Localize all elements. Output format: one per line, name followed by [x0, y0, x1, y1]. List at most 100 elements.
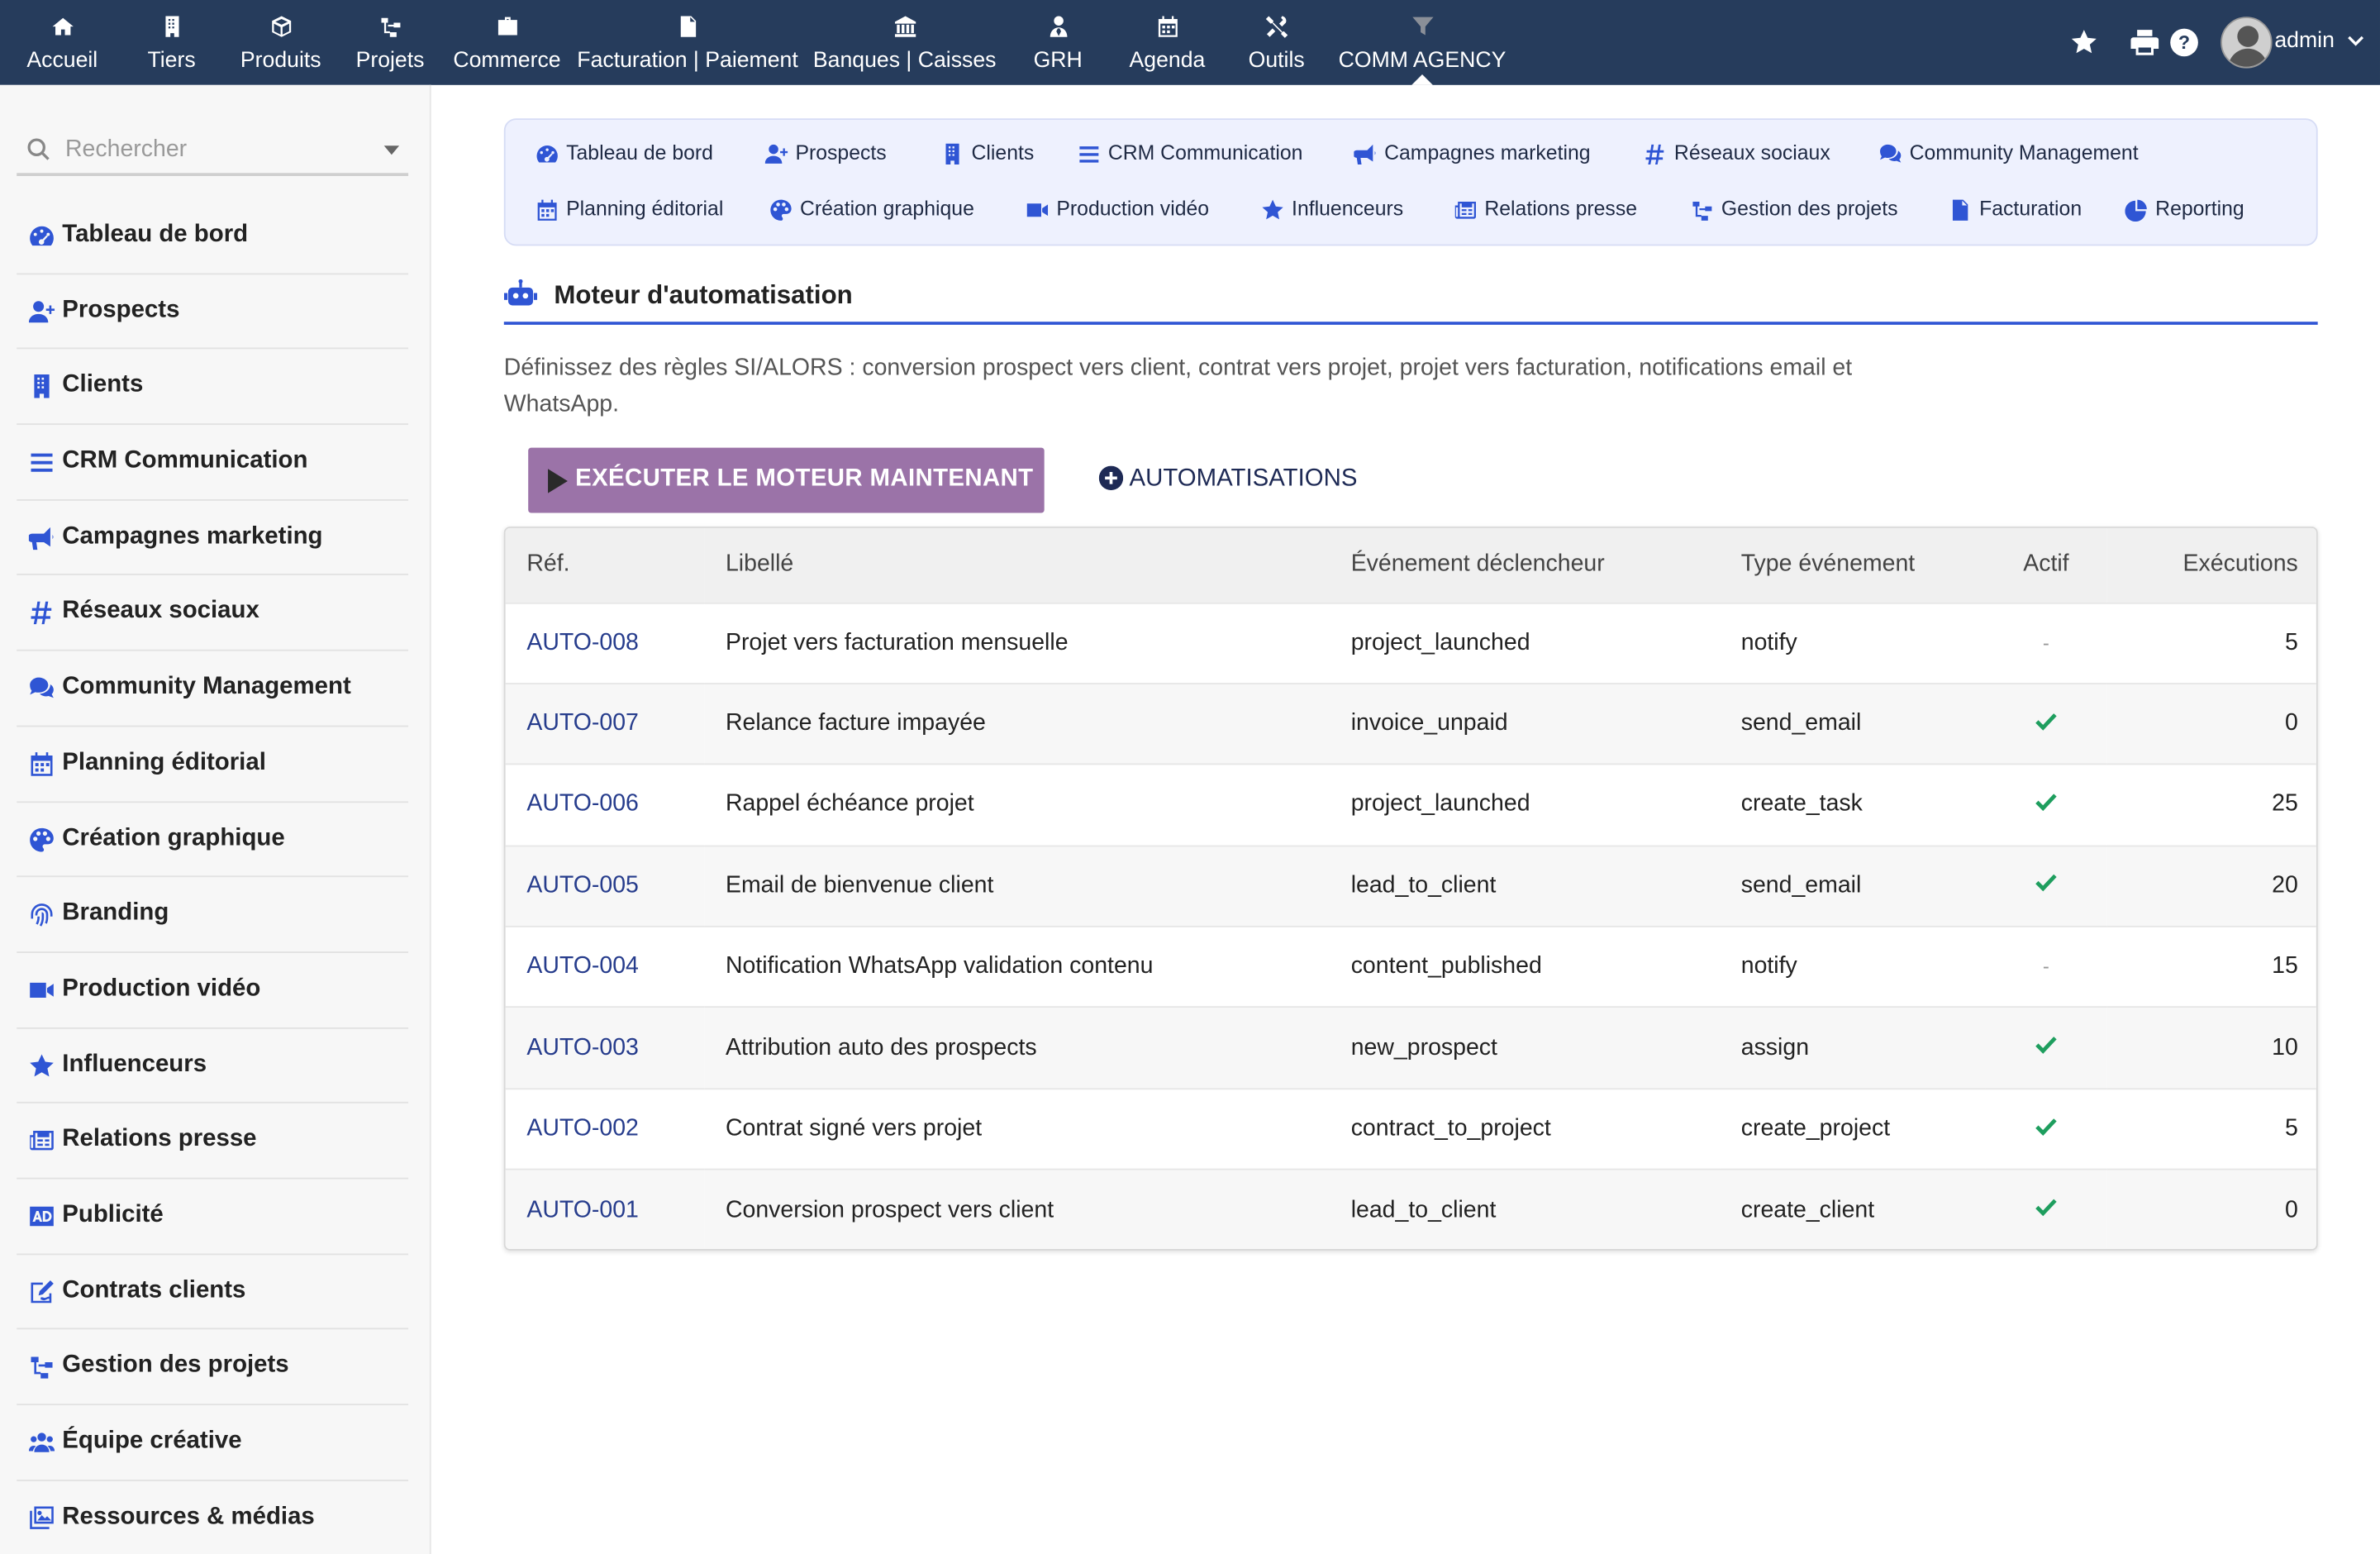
row-ref-link[interactable]: AUTO-008	[526, 629, 639, 655]
user-plus-icon	[764, 143, 788, 166]
col-header-ref[interactable]: Réf.	[506, 528, 705, 603]
user-name[interactable]: admin	[2274, 29, 2335, 53]
col-header-active[interactable]: Actif	[1985, 528, 2106, 603]
sidebar-item-label: Publicité	[62, 1201, 164, 1228]
print-icon[interactable]	[2130, 27, 2160, 58]
row-ref-link[interactable]: AUTO-007	[526, 710, 639, 736]
module-nav-label: Création graphique	[799, 197, 974, 221]
chevron-down-icon[interactable]	[2347, 31, 2365, 49]
cube-icon	[228, 15, 335, 39]
top-nav-item-3[interactable]: Projets	[346, 0, 435, 85]
hashtag-icon	[1644, 143, 1667, 166]
search-box	[17, 131, 409, 176]
top-nav-label: COMM AGENCY	[1338, 48, 1507, 74]
sidebar-item-4[interactable]: Campagnes marketing	[17, 500, 409, 576]
row-ref-link[interactable]: AUTO-001	[526, 1197, 639, 1223]
top-nav-item-8[interactable]: Agenda	[1116, 0, 1219, 85]
module-nav-label: Prospects	[795, 141, 887, 164]
video-icon	[29, 977, 56, 1004]
sidebar-item-17[interactable]: Ressources & médias	[17, 1480, 408, 1554]
top-nav-item-9[interactable]: Outils	[1232, 0, 1321, 85]
sidebar-item-10[interactable]: Production vidéo	[17, 953, 409, 1028]
bullhorn-icon	[1353, 143, 1377, 166]
invoice-icon	[1949, 199, 1972, 222]
col-header-type[interactable]: Type événement	[1720, 528, 1985, 603]
row-ref-link[interactable]: AUTO-006	[526, 791, 639, 817]
col-header-runs[interactable]: Exécutions	[2106, 528, 2316, 603]
module-nav-label: Production vidéo	[1056, 197, 1210, 221]
top-nav-item-6[interactable]: Banques | Caisses	[807, 0, 1002, 85]
sidebar-menu: Tableau de bord Prospects Clients CRM Commu…	[17, 199, 409, 1554]
help-icon[interactable]: ?	[2169, 27, 2200, 58]
bookmark-star-icon[interactable]	[2068, 27, 2099, 58]
sidebar-item-label: Campagnes marketing	[62, 522, 323, 550]
module-nav-label: Planning éditorial	[566, 197, 724, 221]
row-ref-link[interactable]: AUTO-002	[526, 1115, 639, 1141]
row-active	[1985, 1089, 2106, 1170]
avatar[interactable]	[2221, 17, 2273, 69]
top-nav-item-5[interactable]: Facturation | Paiement	[574, 0, 802, 85]
top-nav-item-2[interactable]: Produits	[228, 0, 335, 85]
sidebar-item-13[interactable]: Publicité	[17, 1179, 409, 1255]
row-runs: 0	[2284, 1196, 2298, 1223]
run-engine-button[interactable]: EXÉCUTER LE MOTEUR MAINTENANT	[528, 447, 1045, 513]
search-input[interactable]	[64, 133, 369, 167]
caret-down-icon[interactable]	[383, 145, 400, 155]
sidebar-item-11[interactable]: Influenceurs	[17, 1028, 409, 1104]
table-row[interactable]: AUTO-006 Rappel échéance projet project_la…	[505, 764, 2316, 846]
col-header-label[interactable]: Libellé	[704, 528, 1330, 603]
row-label: Relance facture impayée	[725, 710, 986, 736]
top-nav-item-4[interactable]: Commerce	[446, 0, 568, 85]
table-row[interactable]: AUTO-002 Contrat signé vers projet contrac…	[505, 1089, 2316, 1170]
table-row[interactable]: AUTO-005 Email de bienvenue client lead_to…	[505, 845, 2316, 927]
top-nav-label: Facturation | Paiement	[577, 48, 798, 74]
row-active	[1985, 765, 2106, 846]
star-icon	[1261, 199, 1284, 222]
sidebar-item-5[interactable]: Réseaux sociaux	[17, 576, 409, 651]
table-row[interactable]: AUTO-003 Attribution auto des prospects ne…	[505, 1007, 2316, 1089]
row-trigger: project_launched	[1350, 629, 1530, 655]
top-nav-accueil[interactable]: Accueil	[0, 0, 125, 85]
sidebar-item-1[interactable]: Prospects	[17, 274, 409, 350]
sidebar-item-3[interactable]: CRM Communication	[17, 425, 409, 501]
row-type: send_email	[1740, 872, 1862, 899]
table-row[interactable]: AUTO-001 Conversion prospect vers client l…	[505, 1170, 2316, 1249]
table-row[interactable]: AUTO-004 Notification WhatsApp validation…	[505, 926, 2316, 1008]
row-ref-link[interactable]: AUTO-005	[526, 872, 639, 898]
sidebar-item-8[interactable]: Création graphique	[17, 802, 409, 878]
dashboard-icon	[536, 143, 559, 166]
home-icon	[0, 15, 125, 39]
sidebar-item-6[interactable]: Community Management	[17, 651, 409, 727]
row-label: Email de bienvenue client	[725, 872, 994, 899]
plus-circle-icon	[1098, 465, 1124, 491]
row-ref-link[interactable]: AUTO-004	[526, 953, 639, 979]
sidebar-item-9[interactable]: Branding	[17, 878, 409, 953]
sidebar-item-2[interactable]: Clients	[17, 350, 409, 426]
check-icon	[2034, 1199, 2058, 1225]
ad-icon	[29, 1204, 56, 1231]
active-indicator	[1411, 74, 1433, 85]
top-nav-item-1[interactable]: Tiers	[134, 0, 210, 85]
table-row[interactable]: AUTO-007 Relance facture impayée invoice_u…	[505, 683, 2316, 765]
sidebar-item-0[interactable]: Tableau de bord	[17, 199, 409, 274]
sitemap-icon	[29, 1354, 56, 1381]
module-nav-label: Campagnes marketing	[1384, 141, 1591, 164]
palette-icon	[29, 827, 56, 854]
top-nav-item-7[interactable]: GRH	[1020, 0, 1096, 85]
check-icon	[2034, 1037, 2058, 1062]
sidebar-item-7[interactable]: Planning éditorial	[17, 727, 409, 803]
top-nav-item-10[interactable]: COMM AGENCY	[1333, 0, 1512, 85]
top-nav-label: Produits	[240, 48, 321, 74]
sidebar-item-12[interactable]: Relations presse	[17, 1104, 409, 1180]
table-row[interactable]: AUTO-008 Projet vers facturation mensuell…	[505, 602, 2316, 684]
sidebar-item-label: Community Management	[62, 674, 351, 700]
sidebar-item-15[interactable]: Gestion des projets	[17, 1330, 409, 1406]
automation-table: Réf. Libellé Événement déclencheur Type …	[503, 527, 2318, 1251]
sidebar-item-16[interactable]: Équipe créative	[17, 1405, 409, 1481]
top-nav-label: Projets	[355, 48, 425, 74]
sidebar-item-14[interactable]: Contrats clients	[17, 1255, 409, 1330]
row-ref-link[interactable]: AUTO-003	[526, 1034, 639, 1060]
row-label: Notification WhatsApp validation contenu	[725, 953, 1154, 980]
check-icon	[2034, 713, 2058, 738]
col-header-trigger[interactable]: Événement déclencheur	[1330, 528, 1720, 603]
